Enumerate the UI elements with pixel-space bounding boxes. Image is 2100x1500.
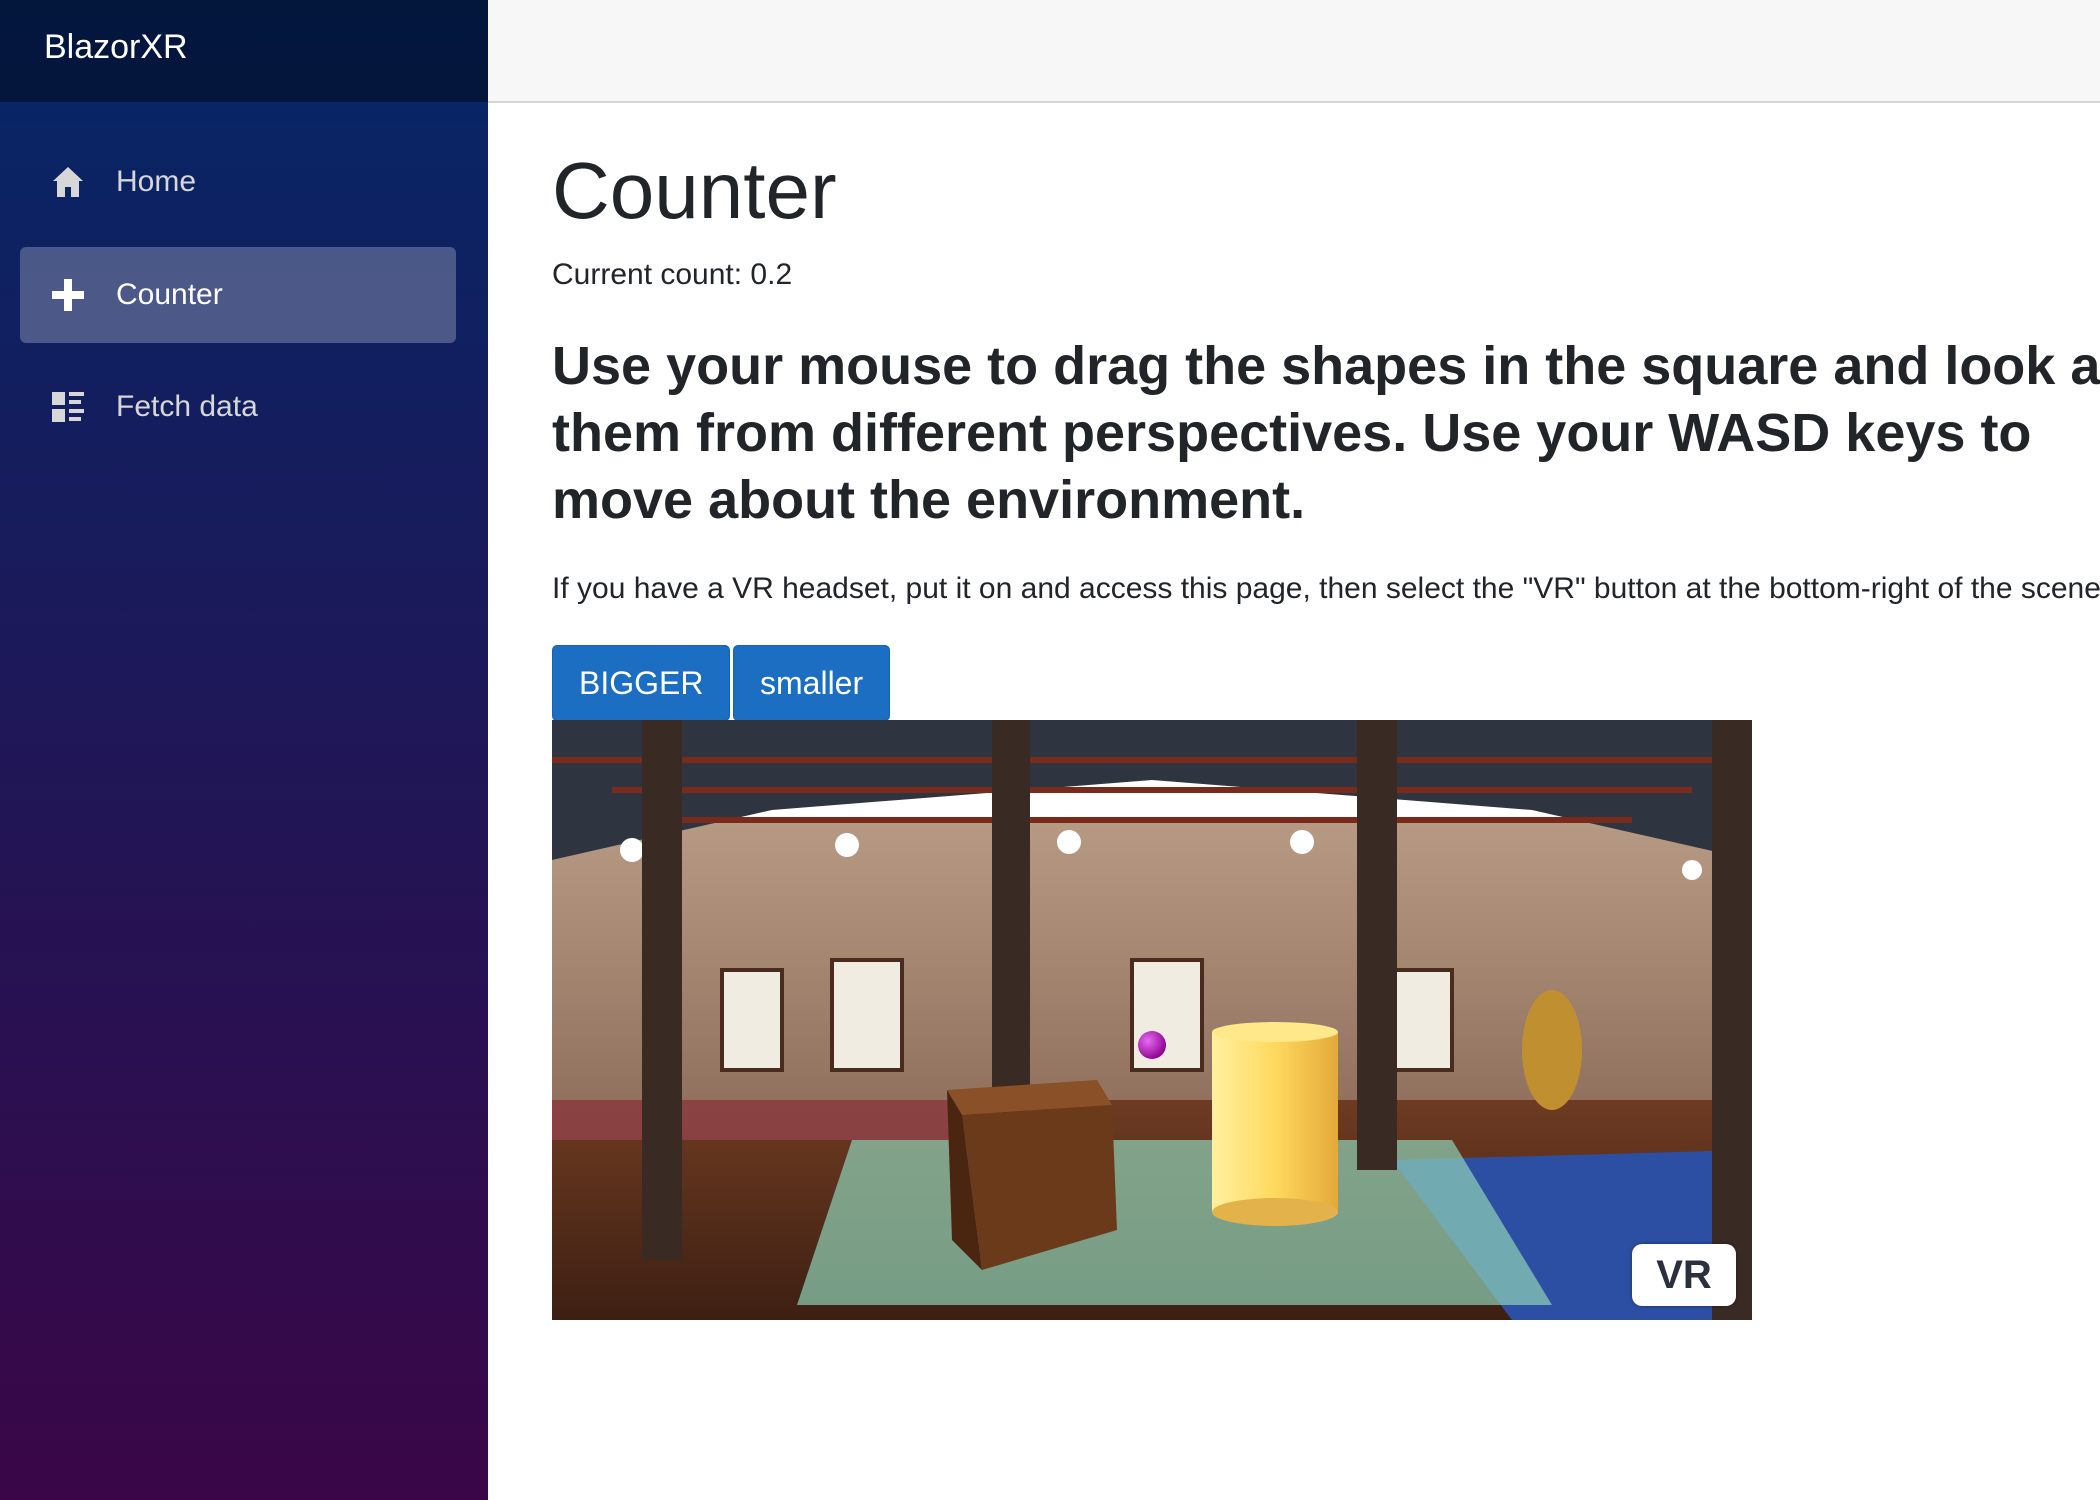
xr-scene-canvas[interactable]: VR (552, 720, 1752, 1320)
brand-link[interactable]: BlazorXR (44, 28, 188, 67)
brand-bar: BlazorXR (0, 0, 488, 102)
sidebar-item-fetch-data[interactable]: Fetch data (20, 359, 456, 455)
smaller-button[interactable]: smaller (733, 645, 891, 721)
list-rich-icon (50, 389, 86, 425)
main-content: Counter Current count: 0.2 Use your mous… (488, 103, 2100, 1500)
yellow-cylinder (1212, 1022, 1338, 1226)
instructions-heading: Use your mouse to drag the shapes in the… (552, 336, 2100, 530)
bigger-button[interactable]: BIGGER (552, 645, 731, 721)
sidebar-item-home[interactable]: Home (20, 134, 456, 230)
buddha-statue (1522, 990, 1582, 1110)
sidebar: BlazorXR Home Counter Fetch data (0, 0, 488, 1500)
page-title: Counter (552, 146, 837, 235)
drag-square (797, 1140, 1552, 1305)
scene-render (552, 720, 1752, 1320)
top-row (488, 0, 2100, 103)
plus-icon (50, 277, 86, 313)
sidebar-item-label: Fetch data (116, 390, 258, 423)
vr-note: If you have a VR headset, put it on and … (552, 572, 2100, 605)
sidebar-item-counter[interactable]: Counter (20, 247, 456, 343)
home-icon (50, 164, 86, 200)
purple-sphere (1138, 1031, 1166, 1059)
sidebar-item-label: Counter (116, 278, 223, 311)
current-count: Current count: 0.2 (552, 258, 793, 291)
sidebar-item-label: Home (116, 165, 197, 198)
vr-button[interactable]: VR (1632, 1244, 1736, 1306)
